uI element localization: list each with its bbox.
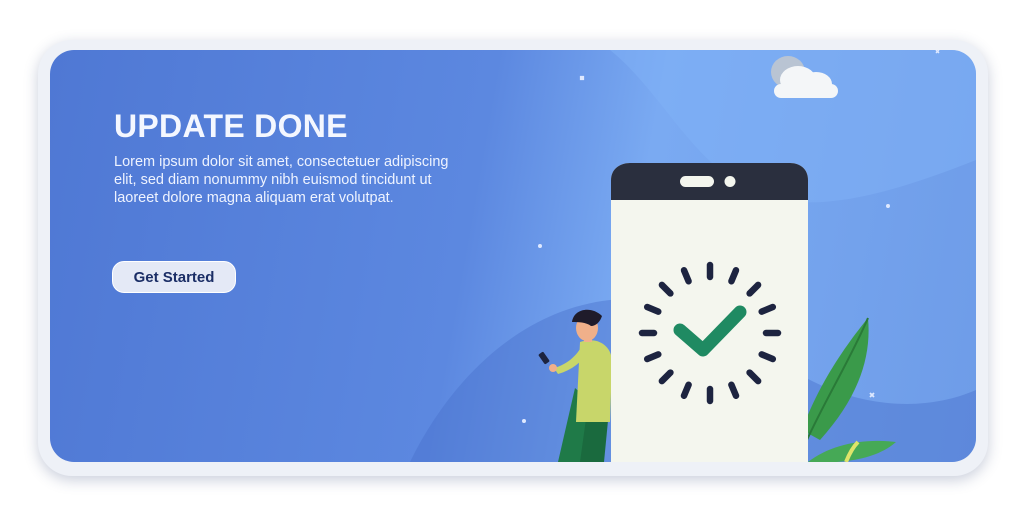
spinner-tick <box>643 351 662 363</box>
spinner-tick <box>758 351 777 363</box>
spinner-tick <box>758 303 777 315</box>
spinner-tick <box>728 381 740 400</box>
smartphone-icon <box>611 163 808 462</box>
page-title: UPDATE DONE <box>114 108 348 144</box>
spinner-tick <box>728 266 740 285</box>
banner-description: Lorem ipsum dolor sit amet, consectetuer… <box>114 154 449 206</box>
update-done-banner: UPDATE DONE Lorem ipsum dolor sit amet, … <box>50 50 976 462</box>
get-started-button[interactable]: Get Started <box>112 261 236 293</box>
spinner-tick <box>680 381 692 400</box>
spinner-tick <box>680 266 692 285</box>
spinner-tick <box>643 303 662 315</box>
